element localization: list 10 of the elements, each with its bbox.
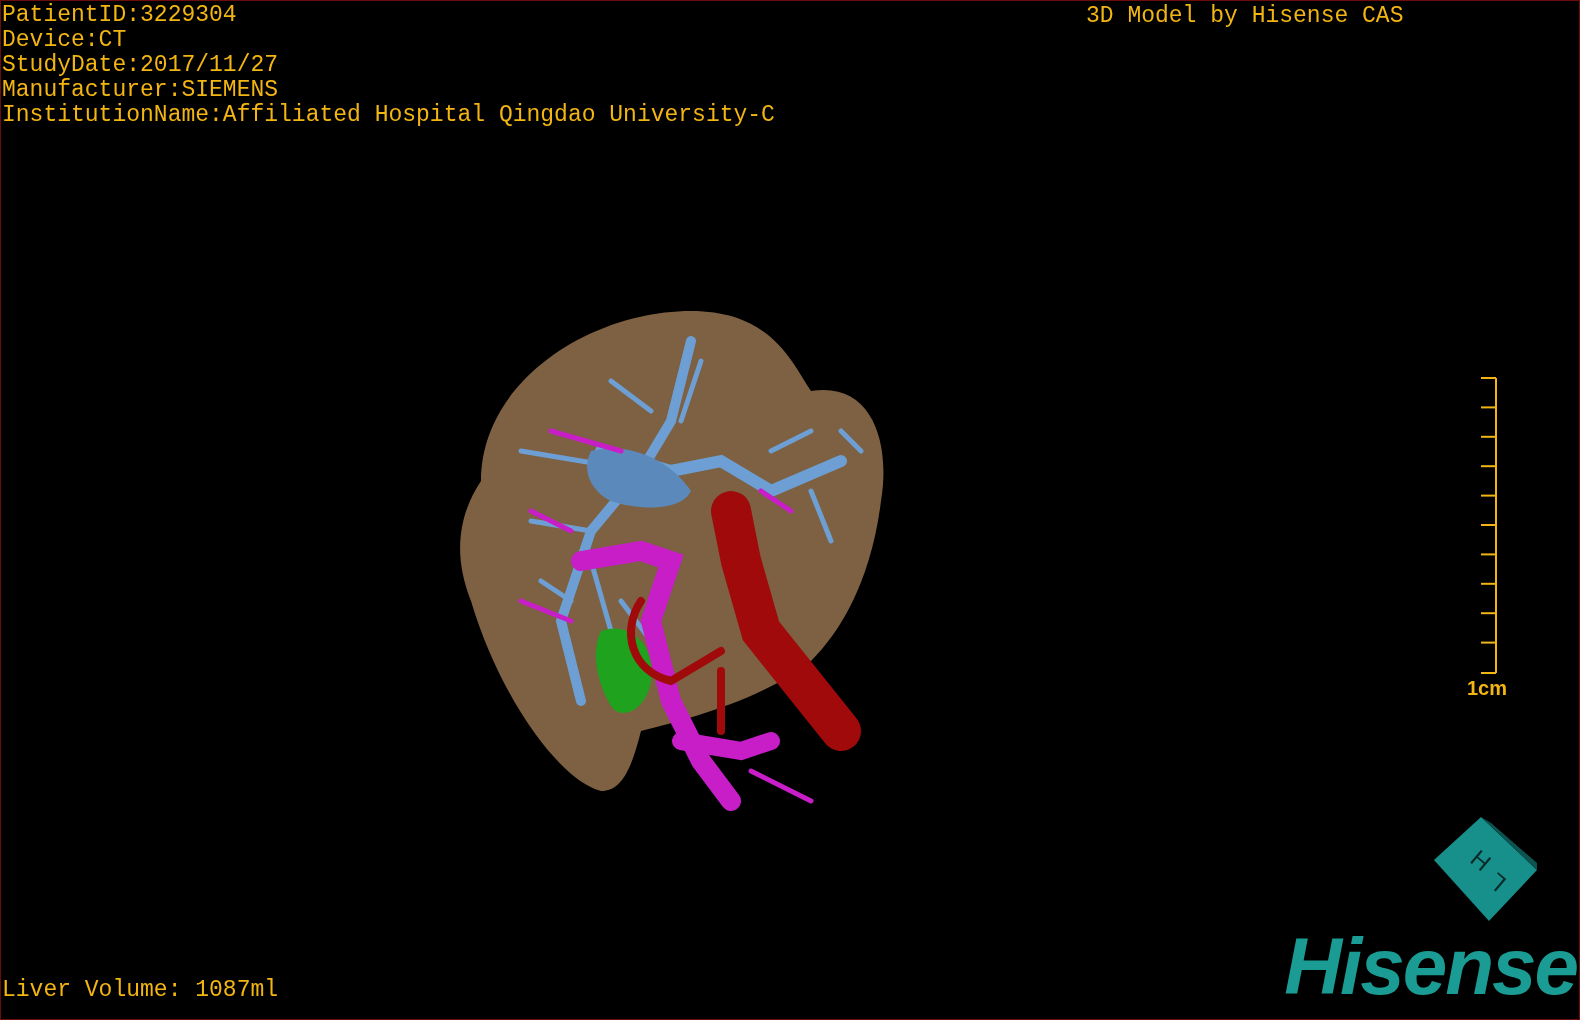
viewer-title: 3D Model by Hisense CAS [1086,4,1404,29]
study-info-text: Device:CT [2,28,128,53]
3d-viewport[interactable]: PatientID:3229304 Device:CT StudyDate:2017/11/27 Manufacturer:SIEMENS InstitutionName:Affiliated Hospital Qingdao University-C 3D Model by Hisense CAS 1cm Liver Volume: 1087ml H L Hisense [0,0,1580,1020]
study-info-text: InstitutionName:Affiliated Hospital Qingdao University-C [2,103,775,128]
study-info-text: PatientID:3229304 [2,3,238,28]
study-info-text: StudyDate:2017/11/27 [2,53,280,78]
liver-volume-text: Liver Volume: 1087ml [2,978,279,1003]
scale-label: 1cm [1466,677,1507,699]
brand-logo: Hisense [1284,931,1577,1003]
study-info-text: Manufacturer:SIEMENS [2,78,280,103]
